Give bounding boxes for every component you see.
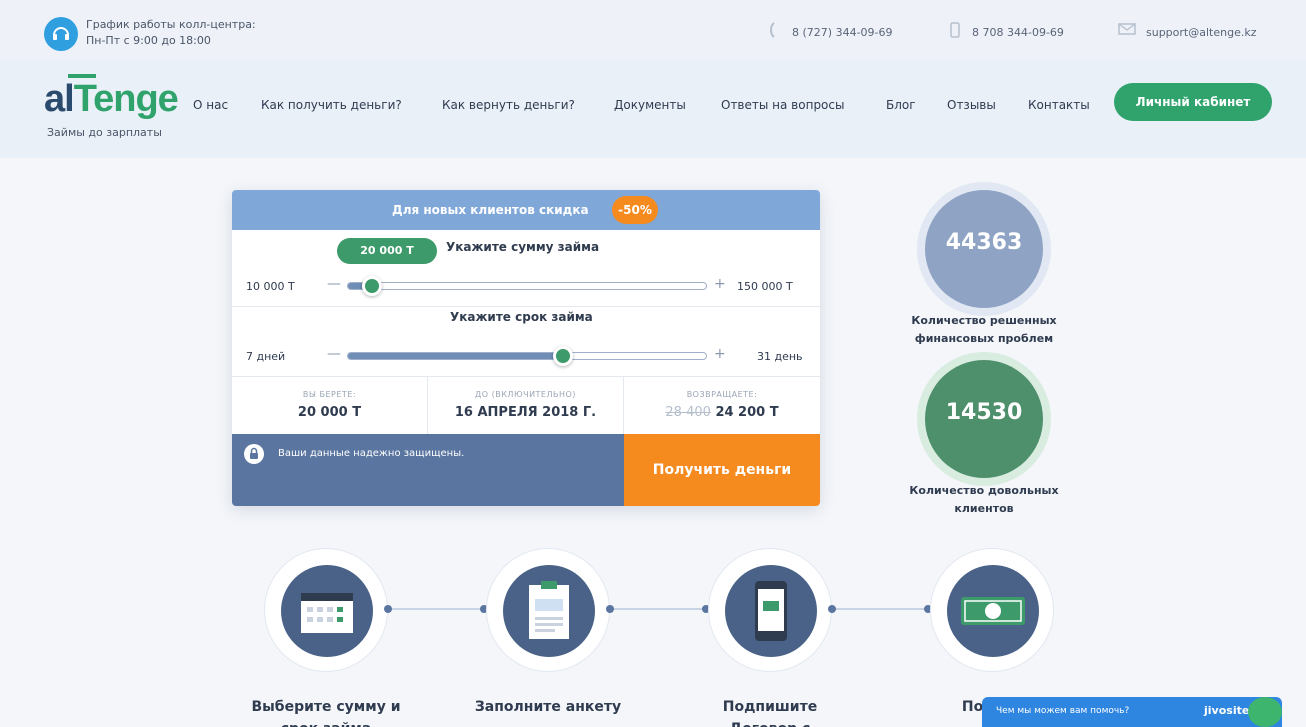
amount-min: 10 000 Т xyxy=(246,280,295,293)
solved-caption: Количество решенных финансовых проблем xyxy=(911,314,1057,345)
get-money-button[interactable]: Получить деньги xyxy=(624,434,820,506)
return-amount: 24 200 Т xyxy=(715,405,779,420)
step-dot xyxy=(384,605,392,613)
logo[interactable]: alTenge xyxy=(44,78,179,121)
step-1-circle xyxy=(264,548,388,672)
calc-divider xyxy=(232,306,820,307)
chat-bubble-icon[interactable] xyxy=(1248,697,1282,727)
step-4-circle xyxy=(930,548,1054,672)
chat-brand: jivosite xyxy=(1204,704,1250,717)
term-min: 7 дней xyxy=(246,350,286,363)
step-2-caption: Заполните анкету xyxy=(474,699,622,715)
phone-number-1[interactable]: 8 (727) 344-09-69 xyxy=(792,26,893,39)
menu-item-contacts[interactable]: Контакты xyxy=(1028,98,1090,112)
amount-slider-track[interactable] xyxy=(347,282,707,290)
schedule-text: График работы колл-центра: Пн-Пт с 9:00 … xyxy=(86,18,256,47)
headset-icon xyxy=(44,17,78,51)
step-3-caption: Подпишите Договор с xyxy=(722,699,818,727)
logo-tagline: Займы до зарплаты xyxy=(47,126,162,139)
term-max: 31 день xyxy=(757,350,803,363)
email-icon xyxy=(1118,23,1136,35)
step-dot xyxy=(828,605,836,613)
step-2-circle xyxy=(486,548,610,672)
personal-cabinet-button[interactable]: Личный кабинет xyxy=(1114,83,1272,121)
menu-item-blog[interactable]: Блог xyxy=(886,98,916,112)
happy-caption: Количество довольных клиентов xyxy=(909,484,1059,515)
summary-until: ДО (ВКЛЮЧИТЕЛЬНО) 16 АПРЕЛЯ 2018 Г. xyxy=(428,376,624,434)
security-footer: Ваши данные надежно защищены. xyxy=(232,434,624,506)
solved-counter-ring: 44363 xyxy=(925,190,1043,308)
amount-value-tag: 20 000 Т xyxy=(337,238,437,264)
step-dot xyxy=(606,605,614,613)
term-slider-fill xyxy=(348,353,564,359)
amount-slider-handle[interactable] xyxy=(362,276,383,296)
menu-item-faq[interactable]: Ответы на вопросы xyxy=(721,98,844,112)
step-1-caption: Выберите сумму и срок займа xyxy=(251,699,401,727)
steps-connector xyxy=(326,608,990,610)
menu-item-how-return[interactable]: Как вернуть деньги? xyxy=(442,98,575,112)
promo-header: Для новых клиентов скидка -50% xyxy=(232,190,820,230)
chat-widget[interactable]: Чем мы можем вам помочь? jivosite xyxy=(982,697,1282,727)
money-icon xyxy=(961,597,1025,625)
return-old-amount: 28 400 xyxy=(665,405,711,420)
form-icon xyxy=(529,581,569,639)
solved-count: 44363 xyxy=(945,230,1023,255)
phone-icon xyxy=(770,22,775,38)
phone-number-2[interactable]: 8 708 344-09-69 xyxy=(972,26,1064,39)
step-3-circle xyxy=(708,548,832,672)
menu-item-reviews[interactable]: Отзывы xyxy=(947,98,996,112)
amount-minus-button[interactable]: — xyxy=(327,276,341,292)
menu-item-about[interactable]: О нас xyxy=(193,98,228,112)
security-text: Ваши данные надежно защищены. xyxy=(278,448,465,459)
term-slider-handle[interactable] xyxy=(553,346,573,366)
term-minus-button[interactable]: — xyxy=(327,346,341,362)
term-label: Укажите срок займа xyxy=(450,310,593,324)
loan-calculator: Для новых клиентов скидка -50% 20 000 Т … xyxy=(232,190,820,506)
mobile-icon xyxy=(950,22,960,38)
chat-prompt: Чем мы можем вам помочь? xyxy=(996,706,1130,716)
amount-label: Укажите сумму займа xyxy=(446,240,600,254)
summary-take: ВЫ БЕРЕТЕ: 20 000 Т xyxy=(232,376,428,434)
amount-max: 150 000 Т xyxy=(737,280,793,293)
calendar-icon xyxy=(301,593,353,633)
lock-icon xyxy=(244,444,264,464)
email-link[interactable]: support@altenge.kz xyxy=(1146,26,1256,39)
term-plus-button[interactable]: + xyxy=(714,346,726,362)
promo-text: Для новых клиентов скидка xyxy=(392,203,589,217)
happy-count: 14530 xyxy=(945,400,1023,425)
happy-counter-ring: 14530 xyxy=(925,360,1043,478)
amount-plus-button[interactable]: + xyxy=(714,276,726,292)
menu-item-documents[interactable]: Документы xyxy=(614,98,686,112)
term-slider-track[interactable] xyxy=(347,352,707,360)
summary-return: ВОЗВРАЩАЕТЕ: 28 400 24 200 Т xyxy=(665,390,779,420)
menu-item-how-get[interactable]: Как получить деньги? xyxy=(261,98,402,112)
smartphone-icon xyxy=(755,581,787,641)
discount-badge: -50% xyxy=(612,196,658,224)
